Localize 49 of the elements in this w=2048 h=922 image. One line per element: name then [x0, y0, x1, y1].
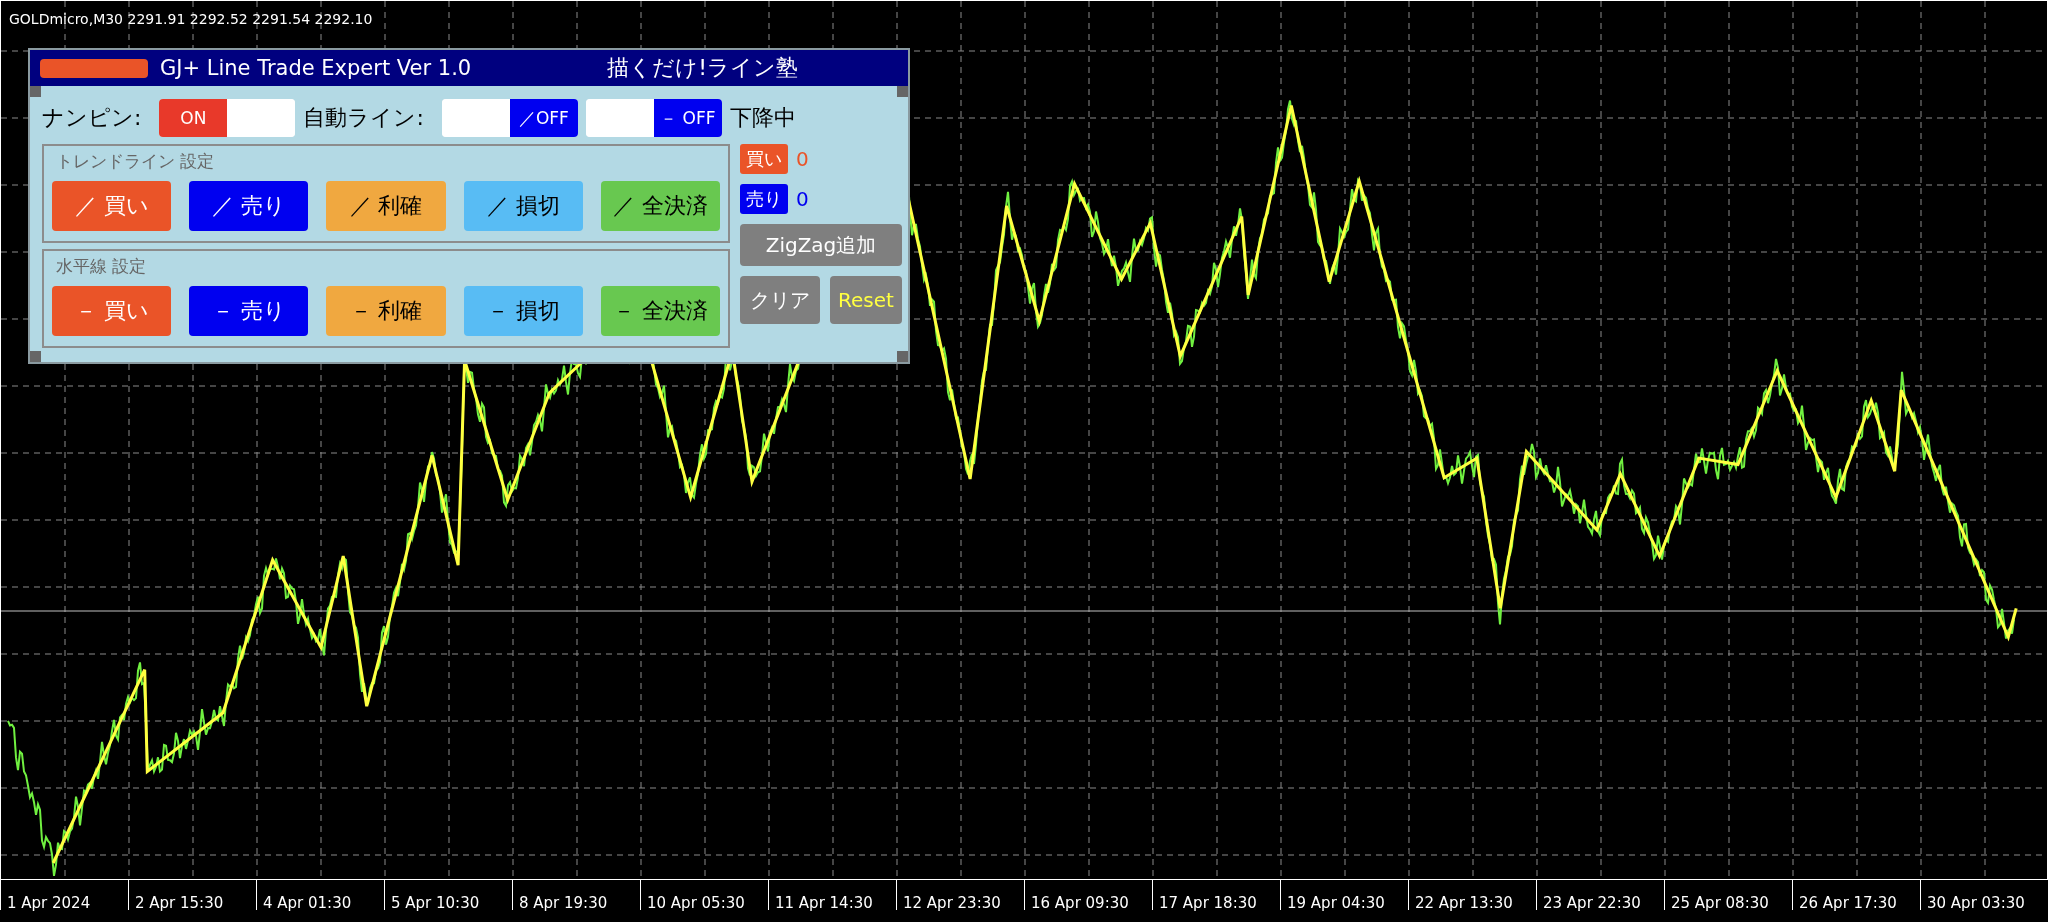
time-axis-label: 16 Apr 09:30 — [1024, 880, 1152, 910]
line-action-button[interactable]: － 買い — [52, 286, 172, 336]
time-axis-label: 8 Apr 19:30 — [512, 880, 640, 910]
reset-button[interactable]: Reset — [830, 276, 902, 324]
zigzag-button[interactable]: ZigZag追加 — [740, 224, 902, 266]
group-title: トレンドライン 設定 — [55, 150, 216, 173]
time-axis-label: 23 Apr 22:30 — [1536, 880, 1664, 910]
position-badge: 買い — [740, 144, 788, 174]
line-action-button[interactable]: ／ 全決済 — [600, 181, 720, 231]
toggle-switch[interactable]: ／OFF — [441, 99, 578, 137]
time-axis-label: 12 Apr 23:30 — [896, 880, 1024, 910]
resize-handle[interactable] — [897, 351, 908, 362]
chart-header: GOLDmicro,M30 2291.91 2292.52 2291.54 2292.10 — [9, 11, 373, 27]
time-axis-label: 22 Apr 13:30 — [1408, 880, 1536, 910]
position-badge: 売り — [740, 184, 788, 214]
toggle-switch[interactable]: ON — [159, 99, 296, 137]
time-axis-label: 1 Apr 2024 — [0, 880, 128, 910]
time-axis-label: 11 Apr 14:30 — [768, 880, 896, 910]
line-action-button[interactable]: ／ 売り — [189, 181, 309, 231]
clear-button[interactable]: クリア — [740, 276, 820, 324]
time-axis-label: 4 Apr 01:30 — [256, 880, 384, 910]
group-title: 水平線 設定 — [55, 255, 148, 278]
resize-handle[interactable] — [897, 86, 908, 97]
resize-handle[interactable] — [30, 351, 41, 362]
pill-icon — [40, 58, 148, 78]
position-count: 0 — [796, 147, 809, 171]
time-axis-label: 26 Apr 17:30 — [1792, 880, 1920, 910]
time-axis-label: 30 Apr 03:30 — [1920, 880, 2048, 910]
toggle-switch[interactable]: － OFF — [585, 99, 722, 137]
line-action-button[interactable]: ／ 損切 — [463, 181, 583, 231]
line-action-button[interactable]: － 利確 — [326, 286, 446, 336]
line-action-button[interactable]: － 全決済 — [600, 286, 720, 336]
line-action-button[interactable]: ／ 利確 — [326, 181, 446, 231]
time-axis-label: 2 Apr 15:30 — [128, 880, 256, 910]
panel-title: GJ+ Line Trade Expert Ver 1.0 — [160, 56, 473, 80]
resize-handle[interactable] — [30, 86, 41, 97]
time-axis-label: 17 Apr 18:30 — [1152, 880, 1280, 910]
line-action-button[interactable]: － 損切 — [463, 286, 583, 336]
time-axis-label: 25 Apr 08:30 — [1664, 880, 1792, 910]
time-axis-label: 5 Apr 10:30 — [384, 880, 512, 910]
control-label: ナンピン: — [42, 104, 142, 132]
line-action-button[interactable]: － 売り — [189, 286, 309, 336]
control-label: 自動ライン: — [303, 104, 424, 132]
panel-subtitle: 描くだけ!ライン塾 — [607, 54, 798, 82]
position-count: 0 — [796, 187, 809, 211]
time-axis-label: 10 Apr 05:30 — [640, 880, 768, 910]
time-axis-label: 19 Apr 04:30 — [1280, 880, 1408, 910]
line-action-button[interactable]: ／ 買い — [52, 181, 172, 231]
trend-status: 下降中 — [729, 104, 796, 132]
